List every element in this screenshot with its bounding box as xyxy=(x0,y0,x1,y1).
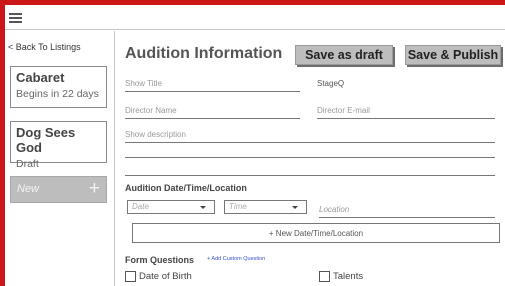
question-label: Talents xyxy=(333,271,364,282)
listing-title: Dog Sees God xyxy=(16,125,76,155)
save-draft-button[interactable]: Save as draft xyxy=(295,45,393,65)
listing-card-cabaret[interactable]: Cabaret Begins in 22 days xyxy=(10,66,107,108)
top-bar xyxy=(5,5,505,30)
audition-section-label: Audition Date/Time/Location xyxy=(125,183,247,193)
location-field[interactable]: Location xyxy=(319,205,495,218)
sidebar: < Back To Listings Cabaret Begins in 22 … xyxy=(5,31,115,286)
date-select[interactable]: Date xyxy=(127,200,215,214)
app-frame: < Back To Listings Cabaret Begins in 22 … xyxy=(5,5,505,286)
save-publish-button[interactable]: Save & Publish xyxy=(405,45,501,65)
date-select-value: Date xyxy=(132,202,149,211)
company-name-text: StageQ xyxy=(317,79,345,88)
checkbox-icon[interactable] xyxy=(319,271,330,282)
listing-status: Begins in 22 days xyxy=(16,88,99,100)
form-questions-label: Form Questions xyxy=(125,255,195,265)
chevron-down-icon xyxy=(200,206,206,209)
plus-icon: + xyxy=(88,178,100,199)
question-checkbox-dob[interactable]: Date of Birth xyxy=(125,271,192,282)
new-listing-button[interactable]: New + xyxy=(10,176,107,203)
show-title-field[interactable]: Show Title xyxy=(125,79,300,92)
time-select-value: Time xyxy=(229,202,247,211)
hamburger-line xyxy=(9,17,22,19)
add-custom-question-link[interactable]: + Add Custom Question xyxy=(207,256,265,262)
hamburger-icon[interactable] xyxy=(9,13,22,23)
listing-title: Cabaret xyxy=(16,70,65,85)
show-description-field[interactable]: Show description xyxy=(125,130,495,143)
new-listing-label: New xyxy=(17,183,40,195)
director-email-field[interactable]: Director E-mail xyxy=(317,106,495,119)
show-description-line[interactable] xyxy=(125,163,495,176)
hamburger-line xyxy=(9,21,22,23)
listing-status: Draft xyxy=(16,158,39,170)
page-title: Audition Information xyxy=(125,45,283,62)
question-checkbox-talents[interactable]: Talents xyxy=(319,271,363,282)
back-to-listings-link[interactable]: < Back To Listings xyxy=(8,42,81,52)
time-select[interactable]: Time xyxy=(224,200,307,214)
hamburger-line xyxy=(9,13,22,15)
new-date-time-location-button[interactable]: + New Date/Time/Location xyxy=(132,223,500,243)
listing-card-dog-sees-god[interactable]: Dog Sees God Draft xyxy=(10,121,107,170)
director-name-field[interactable]: Director Name xyxy=(125,106,300,119)
main-panel: Audition Information Save as draft Save … xyxy=(115,31,505,286)
question-label: Date of Birth xyxy=(139,271,192,282)
show-description-line[interactable] xyxy=(125,145,495,158)
chevron-down-icon xyxy=(292,206,298,209)
checkbox-icon[interactable] xyxy=(125,271,136,282)
